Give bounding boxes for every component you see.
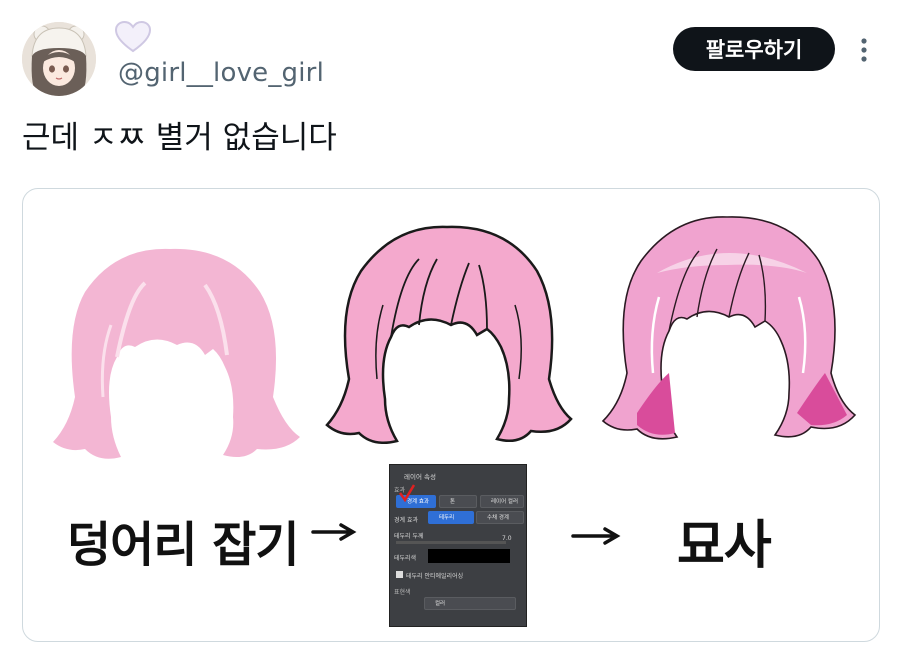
tweet-media-image[interactable]: 덩어리 잡기 레이어 속성 효과 경계 효과 톤 레이어 컬러 경계 효과 테두…	[22, 188, 880, 642]
border-width-row: 테두리 두께	[394, 533, 424, 540]
arrow-right-icon	[311, 523, 357, 541]
antialias-checkbox	[396, 571, 403, 578]
white-heart-icon	[114, 20, 152, 53]
follow-button[interactable]: 팔로우하기	[673, 27, 835, 71]
caption-blocking: 덩어리 잡기	[67, 517, 300, 573]
arrow-right-icon	[571, 527, 621, 545]
hair-rendered-illustration	[601, 216, 857, 440]
expression-color-select: 컬러	[424, 597, 516, 610]
panel-section-expression: 표현색	[394, 589, 411, 596]
tweet-text: 근데 ㅈㅉ 별거 없습니다	[22, 120, 337, 156]
layer-color-chip: 레이어 컬러	[480, 495, 524, 508]
border-chip: 테두리	[428, 511, 474, 524]
user-handle[interactable]: @girl__love_girl	[118, 58, 324, 88]
border-width-value: 7.0	[502, 535, 512, 542]
watercolor-border-chip: 수채 경계	[476, 511, 524, 524]
panel-title: 레이어 속성	[404, 473, 436, 481]
more-options-icon[interactable]	[856, 37, 872, 63]
border-effect-row: 경계 효과	[394, 517, 418, 524]
layer-property-panel: 레이어 속성 효과 경계 효과 톤 레이어 컬러 경계 효과 테두리 수채 경계…	[389, 464, 527, 627]
border-width-slider	[396, 541, 506, 544]
border-color-row: 테두리색	[394, 555, 417, 562]
tone-chip: 톤	[439, 495, 477, 508]
avatar[interactable]	[22, 22, 96, 96]
hair-lineart-illustration	[325, 225, 573, 444]
caption-rendering: 묘사	[677, 516, 772, 576]
checkmark-icon	[398, 484, 416, 503]
border-color-swatch	[428, 549, 510, 563]
hair-flat-illustration	[53, 248, 300, 459]
antialias-label: 테두리 안티에일리어싱	[406, 573, 464, 580]
